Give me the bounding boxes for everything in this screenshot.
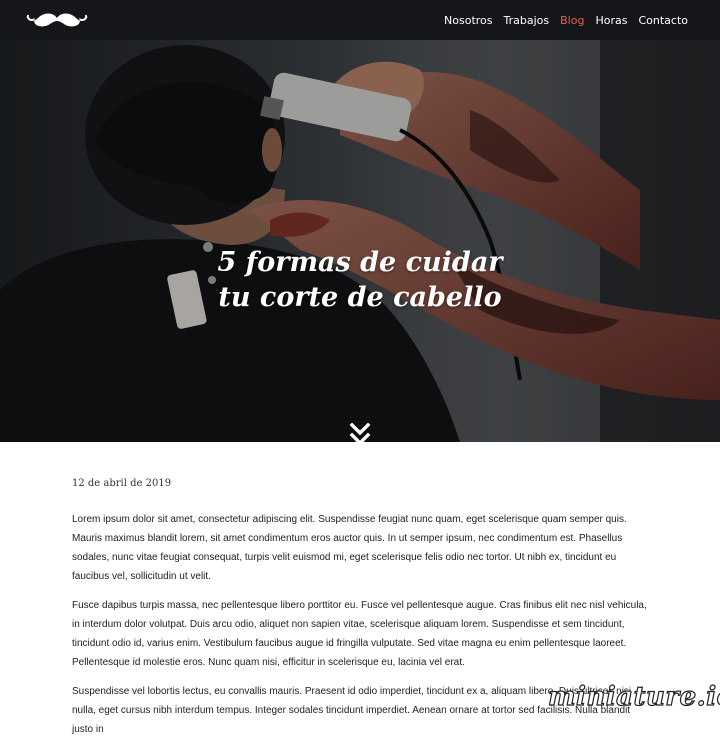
nav-link-nosotros[interactable]: Nosotros: [444, 14, 492, 27]
watermark-text: miniature.io: [547, 681, 720, 712]
hero-title-line-1: 5 formas de cuidar: [217, 247, 503, 278]
nav-link-horas[interactable]: Horas: [595, 14, 627, 27]
nav-link-blog[interactable]: Blog: [560, 14, 584, 27]
double-chevron-down-icon[interactable]: [348, 422, 372, 442]
hero-banner: 5 formas de cuidar tu corte de cabello: [0, 40, 720, 442]
hero-photo-barber: [0, 40, 720, 442]
top-navbar: Nosotros Trabajos Blog Horas Contacto: [0, 0, 720, 40]
hero-title-line-2: tu corte de cabello: [218, 282, 502, 313]
main-nav: Nosotros Trabajos Blog Horas Contacto: [444, 0, 688, 40]
watermark: miniature.io: [547, 681, 720, 716]
nav-link-trabajos[interactable]: Trabajos: [504, 14, 550, 27]
paragraph-2: Fusce dapibus turpis massa, nec pellente…: [72, 600, 647, 668]
paragraph-1: Lorem ipsum dolor sit amet, consectetur …: [72, 514, 627, 582]
nav-link-contacto[interactable]: Contacto: [638, 14, 688, 27]
mustache-icon[interactable]: [26, 10, 88, 30]
post-date: 12 de abril de 2019: [72, 478, 172, 489]
hero-title: 5 formas de cuidar tu corte de cabello: [0, 245, 720, 315]
